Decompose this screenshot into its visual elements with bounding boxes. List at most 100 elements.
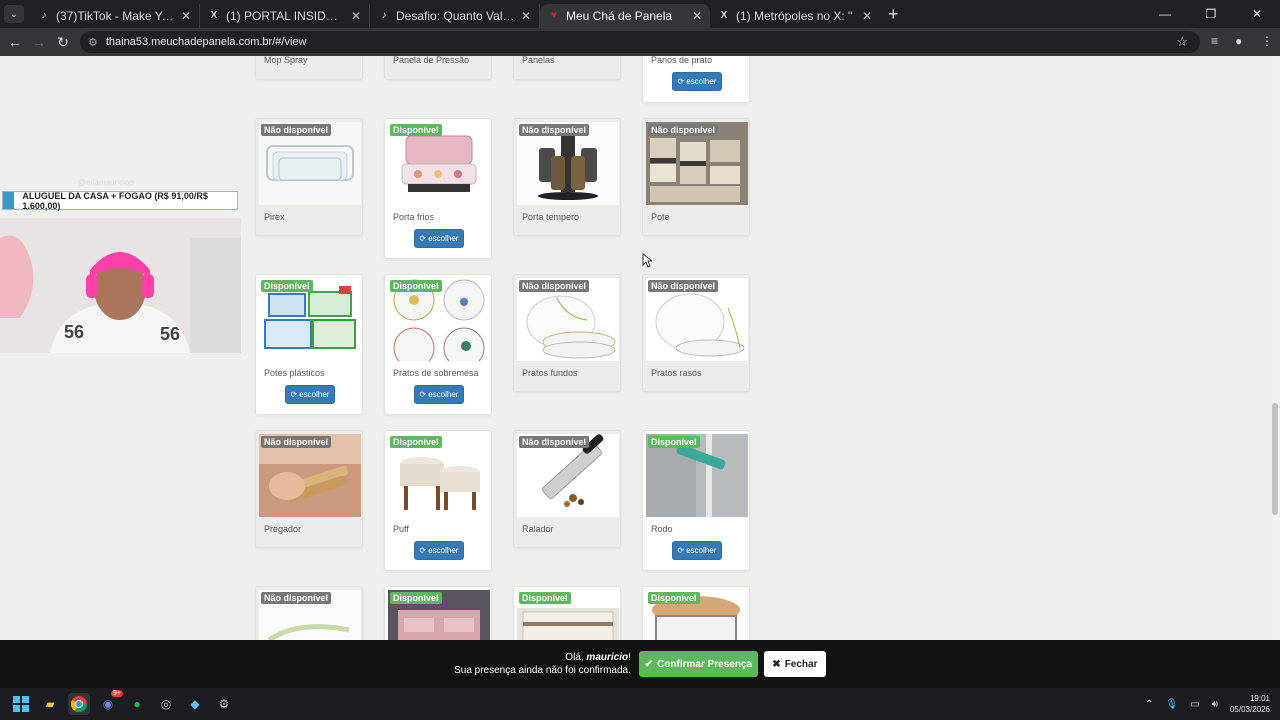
gift-card: Panela de Pressão (384, 56, 492, 80)
steam-icon: ◆ (190, 697, 200, 711)
notification-badge: 9+ (111, 690, 123, 697)
gift-name: Panela de Pressão (393, 56, 470, 65)
choose-button[interactable]: ⟳ escolher (672, 541, 722, 560)
tab-title: (1) Metrópoles no X: " (736, 9, 853, 23)
status-badge: Disponível (519, 592, 571, 604)
microphone-icon[interactable]: 🎙︎ (1165, 699, 1178, 710)
status-badge: Disponível (261, 280, 313, 292)
steam-button[interactable]: ◆ (184, 693, 206, 715)
gift-card: Não disponível Ralador (513, 430, 621, 548)
spotify-icon: ● (133, 697, 141, 711)
gift-card: Disponível (642, 586, 750, 640)
close-icon[interactable]: ✕ (692, 9, 702, 23)
bookmark-star-icon[interactable]: ☆ (1176, 34, 1188, 50)
start-button[interactable] (10, 693, 32, 715)
browser-tab-active[interactable]: ♥ Meu Chá de Panela ✕ (540, 4, 710, 28)
goal-label: ALUGUEL DA CASA + FOGAO (R$ 91,00/R$ 1.6… (2, 191, 238, 211)
browser-tab[interactable]: ♪ (37)TikTok - Make Your Day ✕ (30, 4, 200, 28)
settings-button[interactable]: ⚙ (213, 693, 235, 715)
browser-tab[interactable]: X (1) Metrópoles no X: " ✕ (710, 4, 880, 28)
discord-button[interactable]: ◉ 9+ (97, 690, 123, 715)
check-icon: ✔ (644, 658, 654, 670)
tab-title: Meu Chá de Panela (566, 9, 673, 23)
reload-icon: ↻ (57, 33, 69, 50)
forward-button[interactable]: → (27, 34, 51, 50)
svg-text:56: 56 (64, 322, 84, 342)
volume-icon[interactable]: 🔊︎ (1212, 699, 1218, 710)
gift-card: Disponível Potes plásticos ⟳ escolher (255, 274, 363, 415)
gift-card: Não disponível Pote (642, 118, 750, 236)
close-window-button[interactable]: ✕ (1234, 0, 1280, 28)
close-button[interactable]: ✖ Fechar (763, 651, 826, 677)
gift-name: Mop Spray (264, 56, 308, 65)
gift-card: Disponível Porta frios ⟳ escolher (384, 118, 492, 259)
close-icon[interactable]: ✕ (351, 9, 361, 23)
heart-icon: ♥ (551, 10, 557, 21)
status-badge: Disponível (648, 436, 700, 448)
tab-search-button[interactable]: ⌄ (4, 5, 24, 23)
choose-button[interactable]: ⟳ escolher (414, 229, 464, 248)
url-text: thaina53.meuchadepanela.com.br/#/view (105, 36, 307, 48)
gift-name: Porta frios (393, 212, 435, 222)
page-scrollbar[interactable] (1270, 56, 1280, 640)
reload-button[interactable]: ↻ (51, 34, 75, 51)
close-icon[interactable]: ✕ (521, 9, 531, 23)
back-button[interactable]: ← (3, 34, 27, 50)
status-badge: Não disponível (519, 280, 590, 292)
chevron-up-icon[interactable]: ⌃ (1145, 699, 1153, 710)
close-icon[interactable]: ✕ (862, 9, 872, 23)
choose-button[interactable]: ⟳ escolher (285, 385, 335, 404)
gift-card: Disponível (513, 586, 621, 640)
browser-tab[interactable]: X (1) PORTAL INSIDER no X: " ✕ (200, 4, 370, 28)
gift-icon: ⟳ (419, 546, 427, 555)
gift-name: Pirex (264, 212, 285, 222)
choose-button[interactable]: ⟳ escolher (414, 385, 464, 404)
choose-button[interactable]: ⟳ escolher (414, 541, 464, 560)
close-icon[interactable]: ✕ (181, 9, 191, 23)
chrome-icon (71, 696, 87, 712)
tab-title: (37)TikTok - Make Your Day (56, 9, 175, 23)
x-icon: X (210, 10, 218, 21)
restore-button[interactable]: ❐ (1188, 0, 1234, 28)
tab-title: (1) PORTAL INSIDER no X: " (226, 9, 345, 23)
choose-button[interactable]: ⟳ escolher (672, 72, 722, 91)
menu-dots-icon[interactable]: ⋮ (1261, 34, 1273, 48)
gift-name: Pote (651, 212, 670, 222)
gift-name: Potes plásticos (264, 368, 325, 378)
confirm-presence-button[interactable]: ✔ Confirmar Presença (638, 651, 758, 677)
address-bar[interactable]: ⚙ thaina53.meuchadepanela.com.br/#/view … (80, 31, 1200, 53)
gift-name: Puff (393, 524, 409, 534)
display-icon[interactable]: ▭ (1190, 699, 1199, 710)
app-button[interactable]: ◎ (155, 693, 177, 715)
os-taskbar: ▰ ◉ 9+ ● ◎ ◆ ⚙ ⌃ 🎙︎ ▭ 🔊︎ 19:01 05/03/202… (0, 688, 1280, 720)
close-icon: ✕ (1251, 7, 1263, 21)
gift-name: Pratos fundos (522, 368, 578, 378)
gift-card: Mop Spray (255, 56, 363, 80)
scrollbar-thumb[interactable] (1272, 403, 1278, 515)
site-info-icon[interactable]: ⚙ (88, 36, 98, 49)
status-badge: Não disponível (648, 280, 719, 292)
close-icon: ✖ (772, 658, 781, 670)
gift-name: Pratos rasos (651, 368, 702, 378)
x-icon: X (720, 10, 728, 21)
spotify-button[interactable]: ● (126, 693, 148, 715)
gift-name: Panelas (522, 56, 555, 65)
status-badge: Não disponível (648, 124, 719, 136)
chrome-button[interactable] (68, 693, 90, 715)
guest-name: mauricio (586, 652, 629, 663)
rsvp-status-text: Sua presença ainda não foi confirmada. (454, 665, 631, 676)
new-tab-button[interactable]: + (888, 4, 899, 25)
minimize-button[interactable]: — (1142, 0, 1188, 28)
media-control-icon[interactable]: ≡ (1211, 34, 1218, 48)
gift-card: Disponível Rodo ⟳ escolher (642, 430, 750, 571)
circle-app-icon: ◎ (160, 697, 172, 711)
browser-tab[interactable]: ♪ Desafio: Quanto Vale a Cesta B ✕ (370, 4, 540, 28)
rsvp-bar: Olá, mauricio! Sua presença ainda não fo… (0, 640, 1280, 688)
profile-avatar[interactable]: ● (1235, 34, 1242, 48)
file-explorer-button[interactable]: ▰ (39, 693, 61, 715)
discord-icon: ◉ (102, 697, 114, 711)
arrow-right-icon: → (32, 34, 46, 50)
gift-card: Panelas (513, 56, 621, 80)
clock[interactable]: 19:01 05/03/2026 (1230, 693, 1270, 715)
status-badge: Não disponível (519, 436, 590, 448)
